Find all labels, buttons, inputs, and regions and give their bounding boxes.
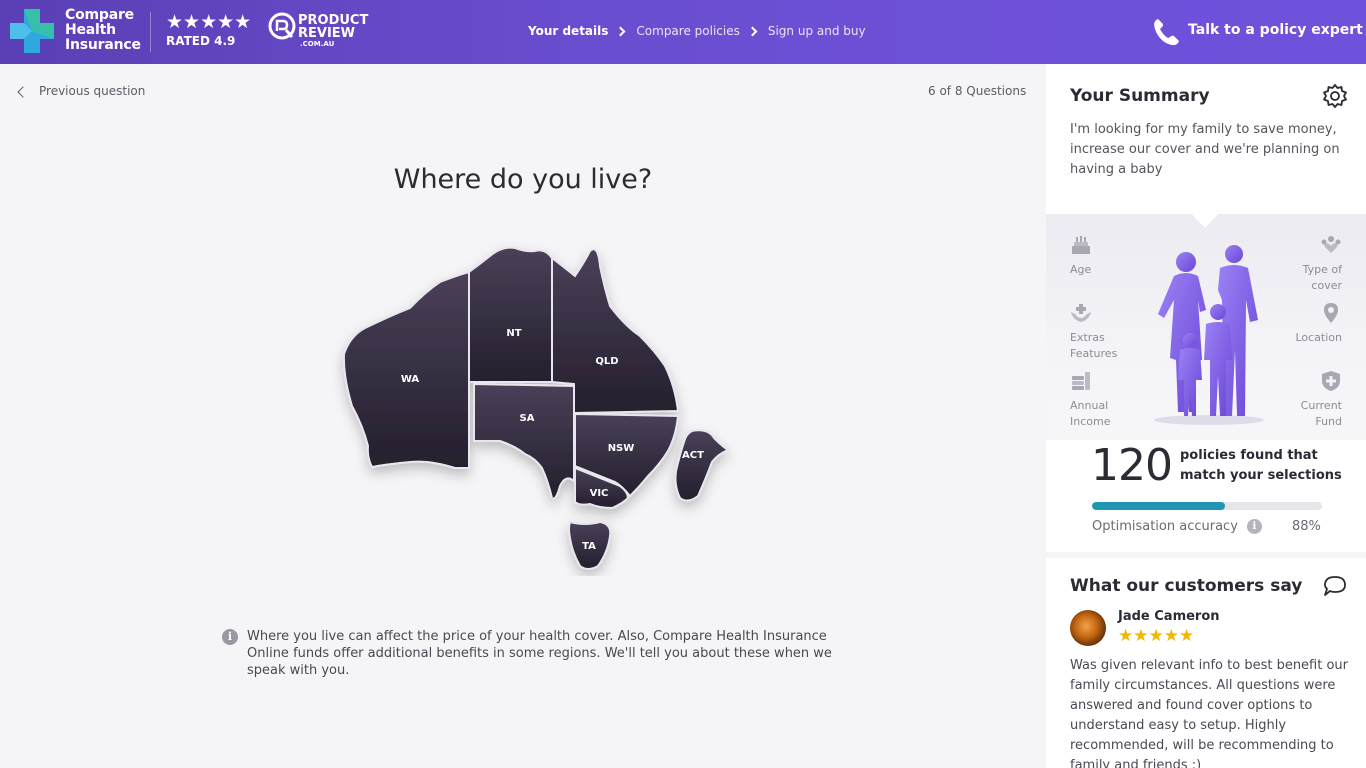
attr-location-label: Location — [1295, 331, 1342, 344]
attr-type-line-1: Type of — [1302, 263, 1342, 276]
summary-text: I'm looking for my family to save money,… — [1070, 122, 1340, 177]
state-label-nt: NT — [506, 328, 521, 339]
accuracy-progress-fill — [1092, 502, 1226, 510]
attr-income-line-1: Annual — [1070, 399, 1109, 412]
attr-extras-line-2: Features — [1070, 347, 1118, 360]
question-counter: 6 of 8 Questions — [928, 84, 1027, 98]
attr-income-line-2: Income — [1070, 415, 1111, 428]
accuracy-value: 88% — [1292, 519, 1321, 534]
settings-gear-icon[interactable] — [1322, 83, 1348, 109]
attr-age[interactable]: Age — [1070, 234, 1092, 278]
header-divider — [150, 12, 151, 52]
chevron-left-icon — [17, 85, 29, 98]
customers-title: What our customers say — [1070, 576, 1303, 596]
attr-current-fund[interactable]: Current Fund — [1286, 370, 1342, 430]
state-wa[interactable] — [342, 270, 470, 469]
location-pin-icon — [1324, 303, 1338, 323]
accuracy-label-row: Optimisation accuracy i — [1092, 519, 1262, 534]
info-icon[interactable]: i — [1246, 519, 1262, 534]
review-text: Was given relevant info to best benefit … — [1070, 658, 1349, 768]
question-title: Where do you live? — [393, 164, 653, 195]
attr-type-of-cover[interactable]: Type of cover — [1286, 234, 1342, 294]
productreview-text: PRODUCT REVIEW .COM.AU — [298, 14, 368, 49]
hands-plus-icon — [1071, 304, 1091, 322]
birthday-cake-icon — [1072, 236, 1090, 254]
step-compare-policies[interactable]: Compare policies — [636, 24, 739, 38]
pr-line-2: REVIEW — [298, 26, 356, 41]
state-label-qld: QLD — [595, 356, 618, 367]
accuracy-label: Optimisation accuracy — [1092, 519, 1238, 534]
rating-stars: ★★★★★ — [166, 11, 252, 33]
state-act[interactable] — [674, 429, 731, 502]
chevron-right-icon — [615, 26, 626, 36]
attr-location[interactable]: Location — [1286, 302, 1342, 346]
brand-name[interactable]: Compare Health Insurance — [65, 8, 141, 53]
state-label-vic: VIC — [590, 488, 609, 499]
brand-line-3: Insurance — [65, 37, 141, 53]
rating-label: RATED 4.9 — [166, 34, 236, 48]
state-label-sa: SA — [520, 413, 535, 424]
attr-annual-income[interactable]: Annual Income — [1070, 370, 1110, 430]
attr-fund-line-2: Fund — [1315, 415, 1342, 428]
brand-logo-icon[interactable] — [10, 9, 54, 53]
brand-line-1: Compare — [65, 7, 134, 23]
shield-plus-icon — [1322, 371, 1340, 391]
attr-fund-line-1: Current — [1300, 399, 1342, 412]
step-sign-up-and-buy[interactable]: Sign up and buy — [768, 24, 866, 38]
policies-found-text: policies found that match your selection… — [1180, 448, 1342, 483]
talk-to-expert-button[interactable]: Talk to a policy expert — [1188, 22, 1363, 38]
state-sa[interactable] — [473, 382, 575, 500]
attr-extras-line-1: Extras — [1070, 331, 1105, 344]
state-label-nsw: NSW — [608, 443, 635, 454]
state-label-act: ACT — [682, 450, 704, 461]
phone-icon[interactable] — [1152, 17, 1180, 47]
info-text: Where you live can affect the price of y… — [247, 629, 832, 678]
info-icon: i — [222, 629, 238, 645]
coins-icon — [1072, 372, 1090, 390]
family-illustration — [1154, 245, 1264, 425]
attr-extras-features[interactable]: Extras Features — [1070, 302, 1117, 362]
accuracy-progress-bar — [1092, 502, 1322, 510]
chevron-right-icon — [747, 26, 758, 36]
family-heart-icon — [1321, 236, 1341, 253]
info-note: i Where you live can affect the price of… — [222, 628, 832, 679]
state-nt[interactable] — [468, 246, 553, 383]
policies-count: 120 — [1091, 440, 1173, 491]
state-label-wa: WA — [401, 374, 420, 385]
top-header: Compare Health Insurance ★★★★★ RATED 4.9… — [0, 0, 1366, 64]
chat-bubble-icon — [1324, 576, 1346, 596]
review-stars: ★★★★★ — [1118, 626, 1195, 646]
reviewer-name: Jade Cameron — [1118, 609, 1220, 624]
progress-steps: Your details Compare policies Sign up an… — [528, 24, 866, 38]
attr-age-label: Age — [1070, 263, 1092, 276]
summary-title: Your Summary — [1070, 86, 1210, 106]
previous-question-button[interactable]: Previous question — [17, 84, 146, 98]
state-label-tas: TA — [582, 541, 596, 552]
australia-map: WA NT QLD SA NSW ACT VIC TA — [342, 246, 731, 570]
productreview-logo-icon — [268, 12, 296, 40]
pr-line-3: .COM.AU — [300, 40, 335, 48]
step-your-details[interactable]: Your details — [528, 24, 608, 38]
reviewer-avatar — [1070, 610, 1106, 646]
attr-type-line-2: cover — [1311, 279, 1342, 292]
previous-question-label: Previous question — [39, 84, 146, 98]
brand-line-2: Health — [65, 22, 116, 38]
